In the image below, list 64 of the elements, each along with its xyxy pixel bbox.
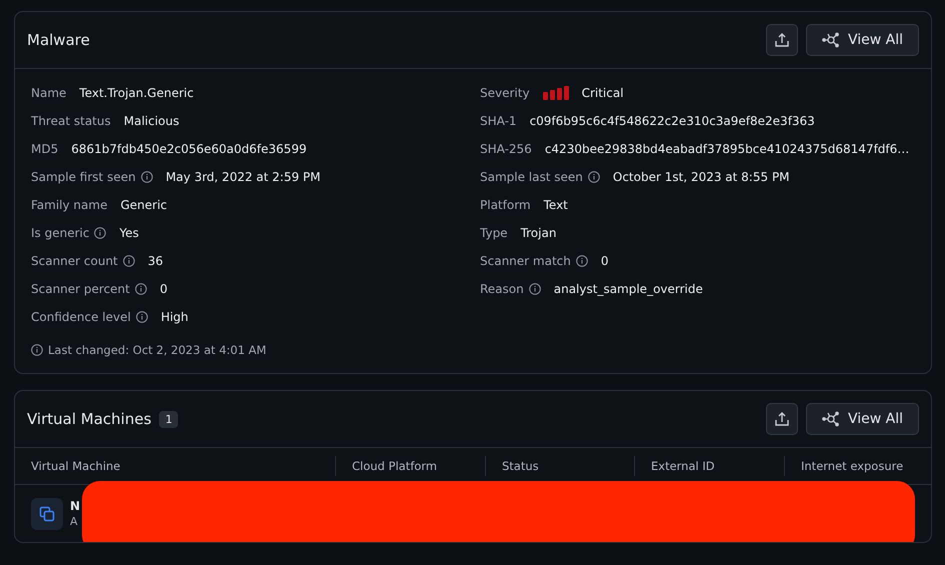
info-icon[interactable] bbox=[122, 255, 135, 267]
field-value: Malicious bbox=[124, 114, 180, 128]
info-icon[interactable] bbox=[31, 344, 43, 356]
info-icon[interactable] bbox=[136, 311, 148, 323]
view-all-button[interactable]: View All bbox=[806, 403, 919, 435]
field-label: Scanner match bbox=[480, 254, 571, 268]
info-icon[interactable] bbox=[588, 171, 600, 183]
view-all-button[interactable]: View All bbox=[806, 24, 919, 56]
field-label: Family name bbox=[31, 198, 108, 212]
field-value: Trojan bbox=[520, 226, 556, 240]
field-value: 6861b7fdb450e2c056e60a0d6fe36599 bbox=[71, 142, 307, 156]
field-value: October 1st, 2023 at 8:55 PM bbox=[612, 170, 790, 184]
field-value: c4230bee29838bd4eabadf37895bce41024375d68147fdf6… bbox=[544, 142, 910, 156]
field-label: Sample first seen bbox=[31, 170, 136, 184]
vm-name: N bbox=[70, 499, 80, 513]
card-title: Malware bbox=[27, 31, 90, 49]
field-value: Text bbox=[544, 198, 568, 212]
info-icon[interactable] bbox=[94, 227, 106, 239]
field-value: Critical bbox=[582, 86, 624, 100]
field-label: MD5 bbox=[31, 142, 58, 156]
last-changed-text: Last changed: Oct 2, 2023 at 4:01 AM bbox=[48, 343, 266, 357]
field-label: Scanner percent bbox=[31, 282, 130, 296]
info-icon[interactable] bbox=[528, 283, 541, 295]
field-value: 0 bbox=[600, 254, 609, 268]
copy-icon bbox=[31, 498, 63, 530]
column-header[interactable]: Cloud Platform bbox=[335, 456, 485, 476]
graph-icon bbox=[822, 411, 840, 427]
share-icon bbox=[774, 32, 790, 48]
field-label: Type bbox=[480, 226, 508, 240]
share-icon bbox=[774, 411, 790, 427]
field-label: Platform bbox=[480, 198, 531, 212]
export-button[interactable] bbox=[766, 24, 798, 56]
count-badge: 1 bbox=[159, 410, 178, 428]
field-label: Sample last seen bbox=[480, 170, 583, 184]
field-value: Generic bbox=[120, 198, 168, 212]
column-header[interactable]: Status bbox=[485, 456, 634, 476]
field-label: SHA-1 bbox=[480, 114, 517, 128]
field-label: Name bbox=[31, 86, 66, 100]
field-value: 36 bbox=[148, 254, 164, 268]
export-button[interactable] bbox=[766, 403, 798, 435]
severity-icon bbox=[542, 86, 569, 100]
field-value: c09f6b95c6c4f548622c2e310c3a9ef8e2e3f363 bbox=[530, 114, 815, 128]
field-label: Severity bbox=[480, 86, 530, 100]
info-icon[interactable] bbox=[140, 171, 153, 183]
field-value: analyst_sample_override bbox=[554, 282, 703, 296]
field-label: Confidence level bbox=[31, 310, 131, 324]
field-value: Text.Trojan.Generic bbox=[79, 86, 194, 100]
field-label: Threat status bbox=[31, 114, 111, 128]
info-icon[interactable] bbox=[134, 283, 147, 295]
vm-subtitle: A bbox=[70, 515, 78, 528]
column-header[interactable]: External ID bbox=[634, 456, 784, 476]
field-label: Scanner count bbox=[31, 254, 118, 268]
field-label: Reason bbox=[480, 282, 524, 296]
field-value: Yes bbox=[119, 226, 139, 240]
field-label: SHA-256 bbox=[480, 142, 532, 156]
field-value: High bbox=[160, 310, 188, 324]
column-header[interactable]: Internet exposure bbox=[784, 456, 931, 476]
field-value: May 3rd, 2022 at 2:59 PM bbox=[166, 170, 321, 184]
card-title: Virtual Machines bbox=[27, 410, 152, 428]
field-value: 0 bbox=[160, 282, 168, 296]
field-label: Is generic bbox=[31, 226, 90, 240]
info-icon[interactable] bbox=[576, 255, 588, 267]
graph-icon bbox=[822, 32, 840, 48]
column-header[interactable]: Virtual Machine bbox=[15, 456, 335, 476]
